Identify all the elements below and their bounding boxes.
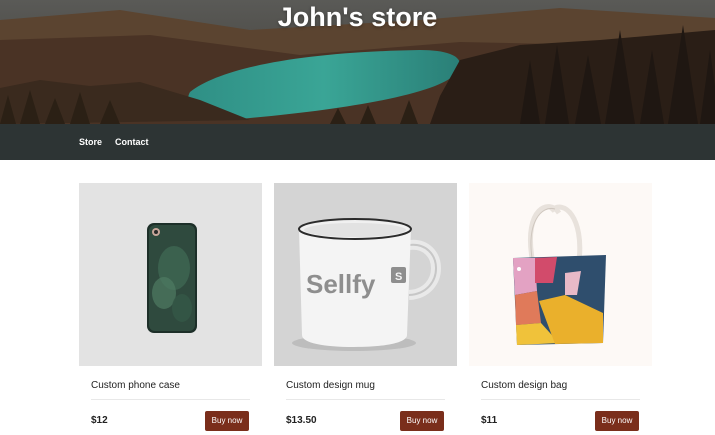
product-price: $11 [481, 415, 498, 426]
nav-link-store[interactable]: Store [79, 137, 102, 147]
nav-link-contact[interactable]: Contact [115, 137, 149, 147]
navbar: Store Contact [0, 124, 715, 160]
product-price: $12 [91, 415, 108, 426]
product-name[interactable]: Custom design bag [481, 380, 567, 392]
product-card-mug[interactable]: Sellfy S Custom design mug $13.50 Buy no… [274, 183, 457, 435]
mug-image: Sellfy S [274, 183, 457, 366]
buy-now-button[interactable]: Buy now [400, 411, 444, 431]
product-name[interactable]: Custom phone case [91, 380, 180, 392]
store-title: John's store [277, 2, 438, 32]
card-divider [91, 399, 250, 400]
buy-now-button[interactable]: Buy now [595, 411, 639, 431]
product-image-phone-case[interactable] [79, 183, 262, 366]
phone-case-image [79, 183, 262, 366]
mug-logo-text: Sellfy [306, 269, 376, 299]
mug-logo-badge: S [395, 271, 402, 283]
product-price: $13.50 [286, 415, 317, 426]
product-name[interactable]: Custom design mug [286, 380, 375, 392]
product-card-phone-case[interactable]: Custom phone case $12 Buy now [79, 183, 262, 435]
buy-now-button[interactable]: Buy now [205, 411, 249, 431]
product-card-bag[interactable]: Custom design bag $11 Buy now [469, 183, 652, 435]
product-image-bag[interactable] [469, 183, 652, 366]
card-divider [481, 399, 640, 400]
card-divider [286, 399, 445, 400]
bag-image [469, 183, 652, 366]
hero-banner: John's store [0, 0, 715, 124]
product-image-mug[interactable]: Sellfy S [274, 183, 457, 366]
